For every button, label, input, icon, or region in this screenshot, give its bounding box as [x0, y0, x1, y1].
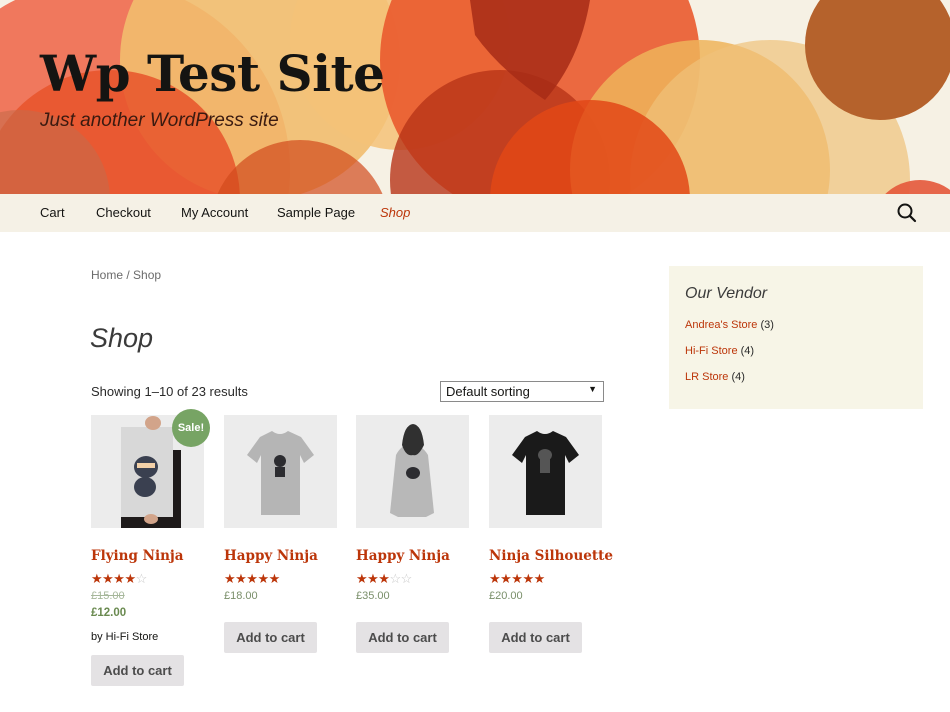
- search-button[interactable]: [896, 202, 918, 224]
- star-empty-icon: ☆: [135, 571, 148, 586]
- site-header: Wp Test Site Just another WordPress site: [0, 0, 950, 194]
- grey-tshirt-image: [224, 415, 337, 528]
- product-card: Happy Ninja ★★★★★ £18.00 Add to cart: [224, 415, 338, 653]
- site-description: Just another WordPress site: [40, 110, 279, 131]
- star-filled-icon: ★★★★★: [489, 571, 545, 586]
- product-title[interactable]: Ninja Silhouette: [489, 548, 613, 564]
- dropdown-caret-icon: ▼: [588, 384, 597, 394]
- result-count: Showing 1–10 of 23 results: [91, 384, 248, 399]
- product-price: £20.00: [489, 590, 523, 602]
- product-image[interactable]: [356, 415, 469, 528]
- product-price: £18.00: [224, 590, 258, 602]
- vendor-widget: Our Vendor Andrea's Store (3) Hi-Fi Stor…: [669, 266, 923, 409]
- star-rating: ★★★★★: [224, 570, 338, 586]
- breadcrumb: Home / Shop: [91, 268, 161, 282]
- vendor-link[interactable]: Andrea's Store: [685, 319, 757, 331]
- nav-item-cart[interactable]: Cart: [40, 205, 65, 220]
- star-filled-icon: ★★★★★: [224, 571, 280, 586]
- vendor-link[interactable]: Hi-Fi Store: [685, 345, 738, 357]
- product-title[interactable]: Happy Ninja: [224, 548, 338, 564]
- product-card: Happy Ninja ★★★☆☆ £35.00 Add to cart: [356, 415, 470, 653]
- sort-order-selected: Default sorting: [446, 384, 530, 399]
- breadcrumb-separator: /: [123, 268, 134, 282]
- nav-item-sample-page[interactable]: Sample Page: [277, 205, 355, 220]
- regular-price: £15.00: [91, 590, 125, 602]
- site-title[interactable]: Wp Test Site: [40, 44, 385, 103]
- vendor-link[interactable]: LR Store: [685, 371, 728, 383]
- product-card: Sale! Flying Ninja ★★★★☆ £15.00 £12.00 b…: [91, 409, 210, 686]
- nav-item-shop[interactable]: Shop: [380, 205, 410, 220]
- star-empty-icon: ☆☆: [389, 571, 412, 586]
- product-title[interactable]: Flying Ninja: [91, 548, 205, 564]
- vendor-list-item: Hi-Fi Store (4): [685, 345, 754, 357]
- widget-title: Our Vendor: [685, 285, 768, 302]
- search-icon: [897, 203, 917, 223]
- add-to-cart-button[interactable]: Add to cart: [489, 622, 582, 653]
- vendor-count: (4): [740, 345, 755, 357]
- sale-badge: Sale!: [172, 409, 210, 447]
- nav-item-checkout[interactable]: Checkout: [96, 205, 151, 220]
- product-image[interactable]: [224, 415, 337, 528]
- product-image[interactable]: [489, 415, 602, 528]
- star-rating: ★★★☆☆: [356, 570, 470, 586]
- product-card: Ninja Silhouette ★★★★★ £20.00 Add to car…: [489, 415, 613, 653]
- star-filled-icon: ★★★: [356, 571, 390, 586]
- breadcrumb-home-link[interactable]: Home: [91, 268, 123, 282]
- grey-hoodie-image: [356, 415, 469, 528]
- main-navigation: Cart Checkout My Account Sample Page Sho…: [0, 194, 950, 232]
- product-price: £35.00: [356, 590, 390, 602]
- star-rating: ★★★★★: [489, 570, 603, 586]
- product-title[interactable]: Happy Ninja: [356, 548, 470, 564]
- add-to-cart-button[interactable]: Add to cart: [224, 622, 317, 653]
- sale-price: £12.00: [91, 607, 127, 619]
- sort-order-select[interactable]: Default sorting ▼: [440, 381, 604, 402]
- add-to-cart-button[interactable]: Add to cart: [91, 655, 184, 686]
- vendor-list-item: Andrea's Store (3): [685, 319, 774, 331]
- star-rating: ★★★★☆: [91, 570, 205, 586]
- vendor-list-item: LR Store (4): [685, 371, 745, 383]
- vendor-count: (4): [731, 371, 745, 383]
- vendor-count: (3): [760, 319, 774, 331]
- black-tshirt-image: [489, 415, 602, 528]
- breadcrumb-current: Shop: [133, 268, 162, 282]
- nav-item-my-account[interactable]: My Account: [181, 205, 248, 220]
- vendor-label: by Hi-Fi Store: [91, 631, 159, 643]
- add-to-cart-button[interactable]: Add to cart: [356, 622, 449, 653]
- star-filled-icon: ★★★★: [91, 571, 136, 586]
- page-title: Shop: [90, 323, 154, 353]
